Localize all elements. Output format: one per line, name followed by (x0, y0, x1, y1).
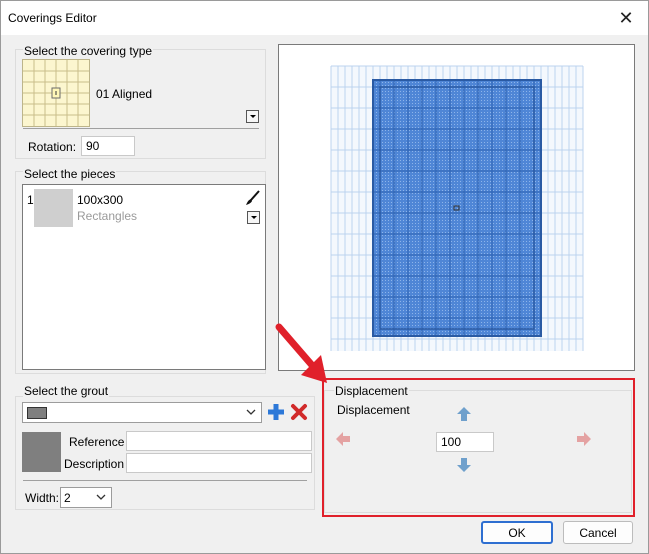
grout-color-swatch[interactable] (22, 432, 61, 472)
title-bar: Coverings Editor ✕ (1, 1, 648, 35)
close-icon: ✕ (618, 7, 634, 28)
chevron-down-icon (96, 494, 106, 500)
rotation-input[interactable] (81, 136, 135, 156)
piece-size: 100x300 (77, 193, 124, 207)
reference-label: Reference (69, 435, 125, 449)
pattern-grid-icon (23, 60, 89, 126)
covering-divider (23, 128, 259, 129)
piece-thumbnail (34, 189, 73, 227)
width-select[interactable]: 2 (60, 487, 112, 508)
width-label: Width: (25, 491, 60, 505)
piece-shape: Rectangles (77, 209, 138, 223)
reference-input[interactable] (126, 431, 312, 451)
window-title: Coverings Editor (8, 11, 97, 25)
covering-pattern-thumbnail[interactable] (22, 59, 90, 127)
delete-x-icon[interactable] (290, 403, 308, 421)
coverings-editor-window: Coverings Editor ✕ Select the covering t… (0, 0, 649, 554)
description-input[interactable] (126, 453, 312, 473)
pieces-list[interactable]: 1 100x300 Rectangles (22, 184, 266, 370)
piece-dropdown-button[interactable] (247, 211, 260, 224)
grout-group-label: Select the grout (23, 384, 110, 398)
ok-button[interactable]: OK (481, 521, 553, 544)
grout-divider (23, 480, 307, 481)
grout-select[interactable] (22, 402, 262, 423)
cancel-button-label: Cancel (579, 525, 617, 540)
ok-button-label: OK (508, 525, 526, 540)
piece-list-item[interactable]: 1 100x300 Rectangles (23, 185, 265, 229)
displacement-highlight-box (322, 378, 635, 517)
covering-type-label: Select the covering type (23, 44, 154, 58)
close-button[interactable]: ✕ (604, 1, 648, 35)
paintbrush-icon[interactable] (245, 190, 261, 206)
plus-icon[interactable] (267, 403, 285, 421)
cancel-button[interactable]: Cancel (563, 521, 633, 544)
red-arrow-annotation (275, 323, 327, 383)
grout-color-chip (27, 407, 47, 419)
width-value: 2 (64, 491, 71, 505)
piece-index: 1 (27, 193, 34, 207)
pieces-group-label: Select the pieces (23, 167, 117, 181)
rotation-label: Rotation: (28, 140, 77, 154)
covering-type-dropdown-button[interactable] (246, 110, 259, 123)
covering-type-name: 01 Aligned (96, 87, 153, 101)
description-label: Description (64, 457, 125, 471)
chevron-down-icon (246, 409, 256, 415)
